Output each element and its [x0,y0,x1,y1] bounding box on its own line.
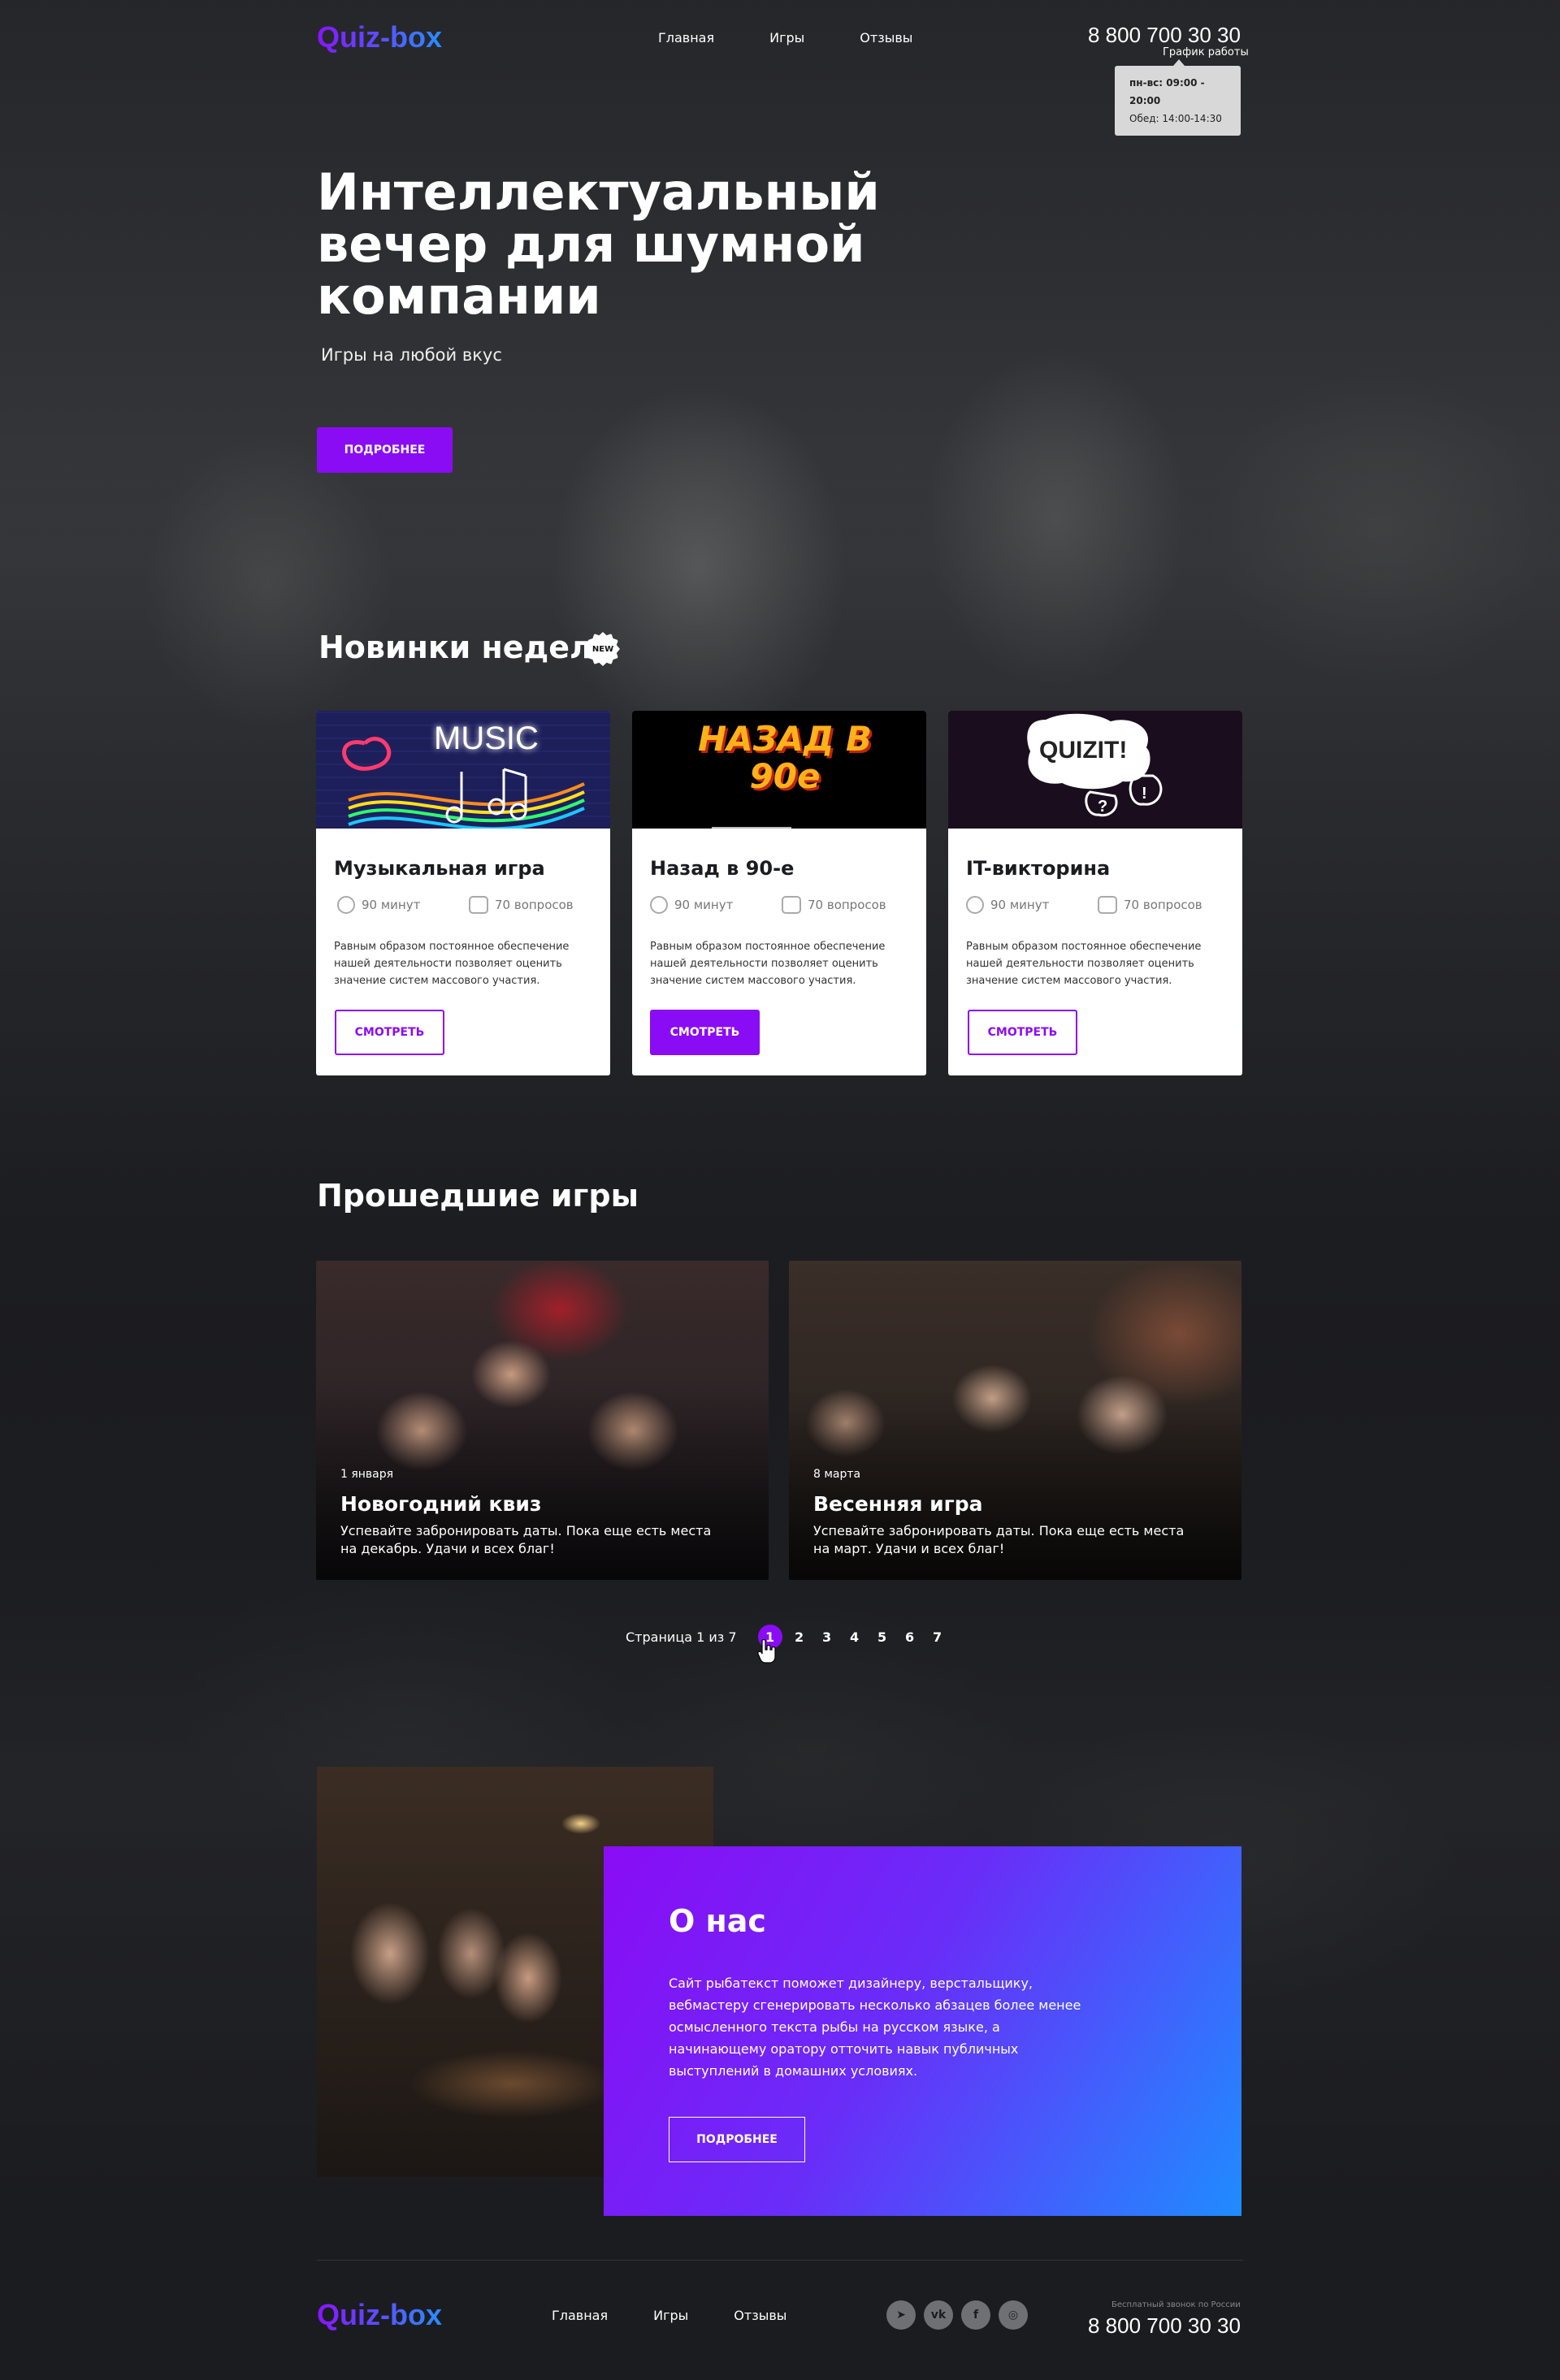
svg-text:!: ! [1142,785,1147,803]
vk-icon[interactable]: vk [924,2300,953,2330]
facebook-icon[interactable]: f [961,2300,990,2330]
card-title: IT-викторина [966,857,1111,880]
card-questions-text: 70 вопросов [808,898,886,912]
card-title: Назад в 90-е [650,857,795,880]
footer-divider [317,2260,1243,2261]
schedule-days: пн-вс: 09:00 - 20:00 [1129,77,1205,106]
past-game-title: Новогодний квиз [340,1492,542,1516]
about-title: О нас [669,1903,766,1939]
past-game-card-spring[interactable]: 8 марта Весенняя игра Успевайте забронир… [789,1261,1242,1580]
past-game-title: Весенняя игра [813,1492,983,1516]
social-links: ➤ vk f ◎ [886,2300,1028,2330]
footer-link-home[interactable]: Главная [552,2308,608,2323]
past-game-date: 8 марта [813,1468,861,1481]
page-5[interactable]: 5 [869,1629,896,1645]
header-nav: Главная Игры Отзывы [658,30,912,45]
page-3[interactable]: 3 [813,1629,841,1645]
past-game-date: 1 января [340,1468,394,1481]
page-4[interactable]: 4 [841,1629,869,1645]
card-image-music: MUSIC [316,711,610,829]
pagination-label: Страница 1 из 7 [626,1629,737,1645]
card-duration-text: 90 минут [674,898,734,912]
about-more-button[interactable]: ПОДРОБНЕЕ [669,2117,805,2162]
card-image-text: НАЗАД В 90е [697,719,873,796]
questions-icon [469,896,488,914]
card-view-button[interactable]: СМОТРЕТЬ [335,1010,444,1055]
schedule-lunch: Обед: 14:00-14:30 [1129,113,1222,124]
page-6[interactable]: 6 [896,1629,924,1645]
clock-icon [966,896,984,914]
game-card-it: ? ! QUIZIT! IT-викторина 90 минут 70 воп… [948,711,1242,1075]
footer-link-games[interactable]: Игры [653,2308,688,2323]
card-title: Музыкальная игра [334,857,545,880]
schedule-tooltip: пн-вс: 09:00 - 20:00 Обед: 14:00-14:30 [1115,59,1241,136]
about-text: Сайт рыбатекст поможет дизайнеру, верста… [669,1975,1081,2079]
hero-title: Интеллектуальный вечер для шумной компан… [317,162,880,326]
past-game-description: Успевайте забронировать даты. Пока еще е… [813,1523,1185,1556]
game-card-90s: НАЗАД В 90е Назад в 90-е 90 минут 70 воп… [632,711,926,1075]
hero-subtitle: Игры на любой вкус [321,345,502,365]
nav-link-home[interactable]: Главная [658,30,714,45]
card-view-button[interactable]: СМОТРЕТЬ [968,1010,1077,1055]
card-view-button[interactable]: СМОТРЕТЬ [650,1010,760,1055]
footer-logo[interactable]: Quiz-box [317,2298,442,2332]
card-description: Равным образом постоянное обеспечение на… [334,941,570,987]
schedule-label[interactable]: График работы [1163,46,1249,58]
past-game-description: Успевайте забронировать даты. Пока еще е… [340,1523,712,1556]
card-questions: 70 вопросов [469,896,574,914]
hand-cursor-icon [757,1639,776,1664]
card-image-90s: НАЗАД В 90е [632,711,926,829]
footer-phone[interactable]: 8 800 700 30 30 [1088,2313,1241,2339]
card-duration: 90 минут [966,896,1049,914]
card-description: Равным образом постоянное обеспечение на… [966,941,1202,987]
clock-icon [650,896,668,914]
pagination: Страница 1 из 7 1 2 3 4 5 6 7 [626,1625,951,1649]
questions-icon [782,896,801,914]
new-week-title: Новинки недели [318,630,614,665]
free-call-label: Бесплатный звонок по России [1112,2300,1241,2309]
header-phone[interactable]: 8 800 700 30 30 [1088,23,1241,48]
instagram-icon[interactable]: ◎ [999,2300,1028,2330]
footer-nav: Главная Игры Отзывы [552,2308,786,2323]
questions-icon [1098,896,1117,914]
about-panel: О нас Сайт рыбатекст поможет дизайнеру, … [604,1846,1242,2216]
nav-link-games[interactable]: Игры [769,30,804,45]
svg-text:?: ? [1098,798,1107,816]
footer-link-reviews[interactable]: Отзывы [734,2308,786,2323]
page-7[interactable]: 7 [924,1629,951,1645]
card-description: Равным образом постоянное обеспечение на… [650,941,886,987]
nav-link-reviews[interactable]: Отзывы [860,30,912,45]
card-questions-text: 70 вопросов [1124,898,1202,912]
game-card-music: MUSIC Музыкальная игра 90 минут 70 вопро… [316,711,610,1075]
card-image-it: ? ! QUIZIT! [948,711,1242,829]
card-image-indicator [712,827,791,829]
card-duration: 90 минут [337,896,420,914]
past-game-card-newyear[interactable]: 1 января Новогодний квиз Успевайте забро… [316,1261,769,1580]
clock-icon [337,896,355,914]
card-duration: 90 минут [650,896,733,914]
card-duration-text: 90 минут [362,898,421,912]
card-questions: 70 вопросов [1098,896,1202,914]
speech-bubble-icon: ? ! [1025,712,1163,817]
telegram-icon[interactable]: ➤ [886,2300,916,2330]
hero-more-button[interactable]: ПОДРОБНЕЕ [317,427,453,473]
card-questions-text: 70 вопросов [495,898,574,912]
card-questions: 70 вопросов [782,896,886,914]
site-logo[interactable]: Quiz-box [317,20,442,54]
past-games-title: Прошедшие игры [317,1178,639,1214]
page-2[interactable]: 2 [786,1629,813,1645]
card-image-text: QUIZIT! [1039,737,1128,764]
card-image-text: MUSIC [434,720,539,756]
card-duration-text: 90 минут [990,898,1050,912]
